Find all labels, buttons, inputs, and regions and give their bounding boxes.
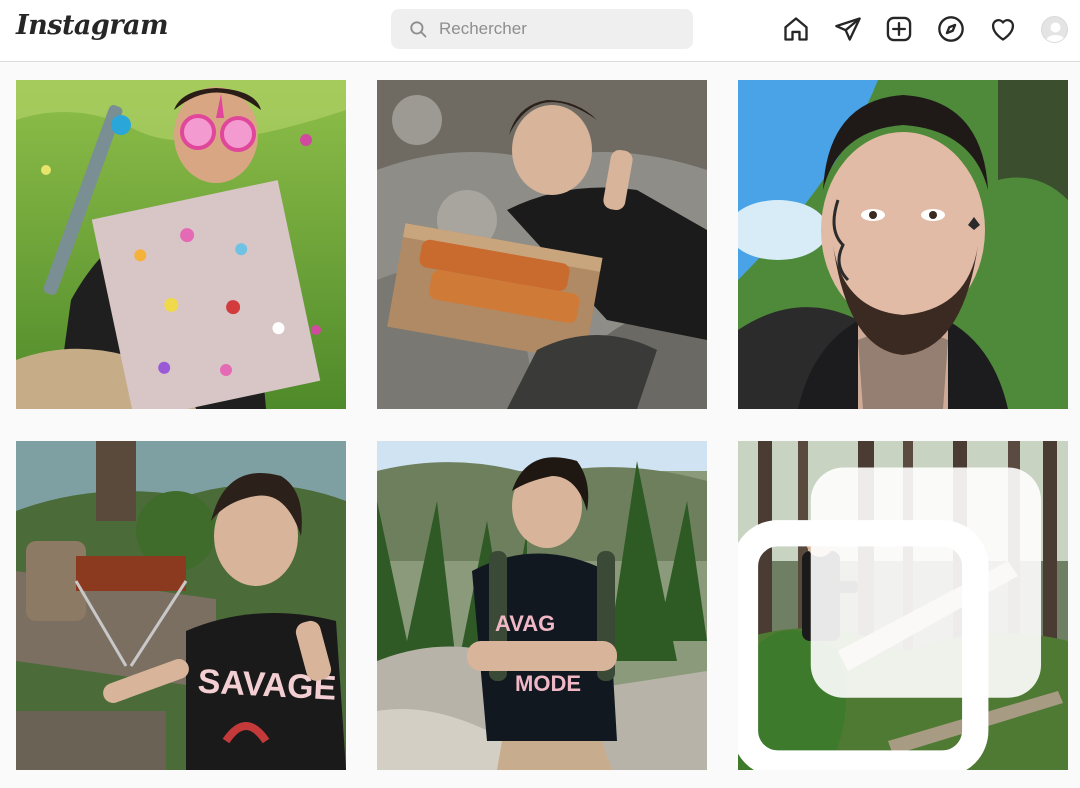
profile-avatar[interactable] [1041, 16, 1068, 43]
post-image: AVAG MODE [377, 441, 707, 770]
search-input[interactable] [439, 9, 679, 49]
search-box[interactable] [391, 9, 693, 49]
posts-grid: SAVAGE AVAG MODE [16, 80, 1068, 770]
post-thumbnail[interactable]: AVAG MODE [377, 441, 707, 770]
post-image [16, 80, 346, 409]
post-thumbnail[interactable] [738, 441, 1068, 770]
home-icon[interactable] [782, 15, 810, 43]
post-thumbnail[interactable]: SAVAGE [16, 441, 346, 770]
shirt-print-text-top: AVAG [495, 611, 555, 636]
direct-messages-icon[interactable] [834, 15, 862, 43]
search-icon [410, 21, 427, 38]
post-thumbnail[interactable] [16, 80, 346, 409]
top-navigation-bar: Instagram [0, 0, 1080, 62]
post-thumbnail[interactable] [738, 80, 1068, 409]
shirt-print-text-bottom: MODE [515, 671, 581, 696]
activity-heart-icon[interactable] [989, 15, 1017, 43]
post-image [738, 80, 1068, 409]
post-image [377, 80, 707, 409]
instagram-logo[interactable]: Instagram [16, 10, 169, 41]
multiple-photos-icon [738, 467, 1042, 770]
new-post-icon[interactable] [885, 15, 913, 43]
post-image: SAVAGE [16, 441, 346, 770]
default-avatar-icon [1045, 22, 1066, 42]
explore-icon[interactable] [937, 15, 965, 43]
post-thumbnail[interactable] [377, 80, 707, 409]
